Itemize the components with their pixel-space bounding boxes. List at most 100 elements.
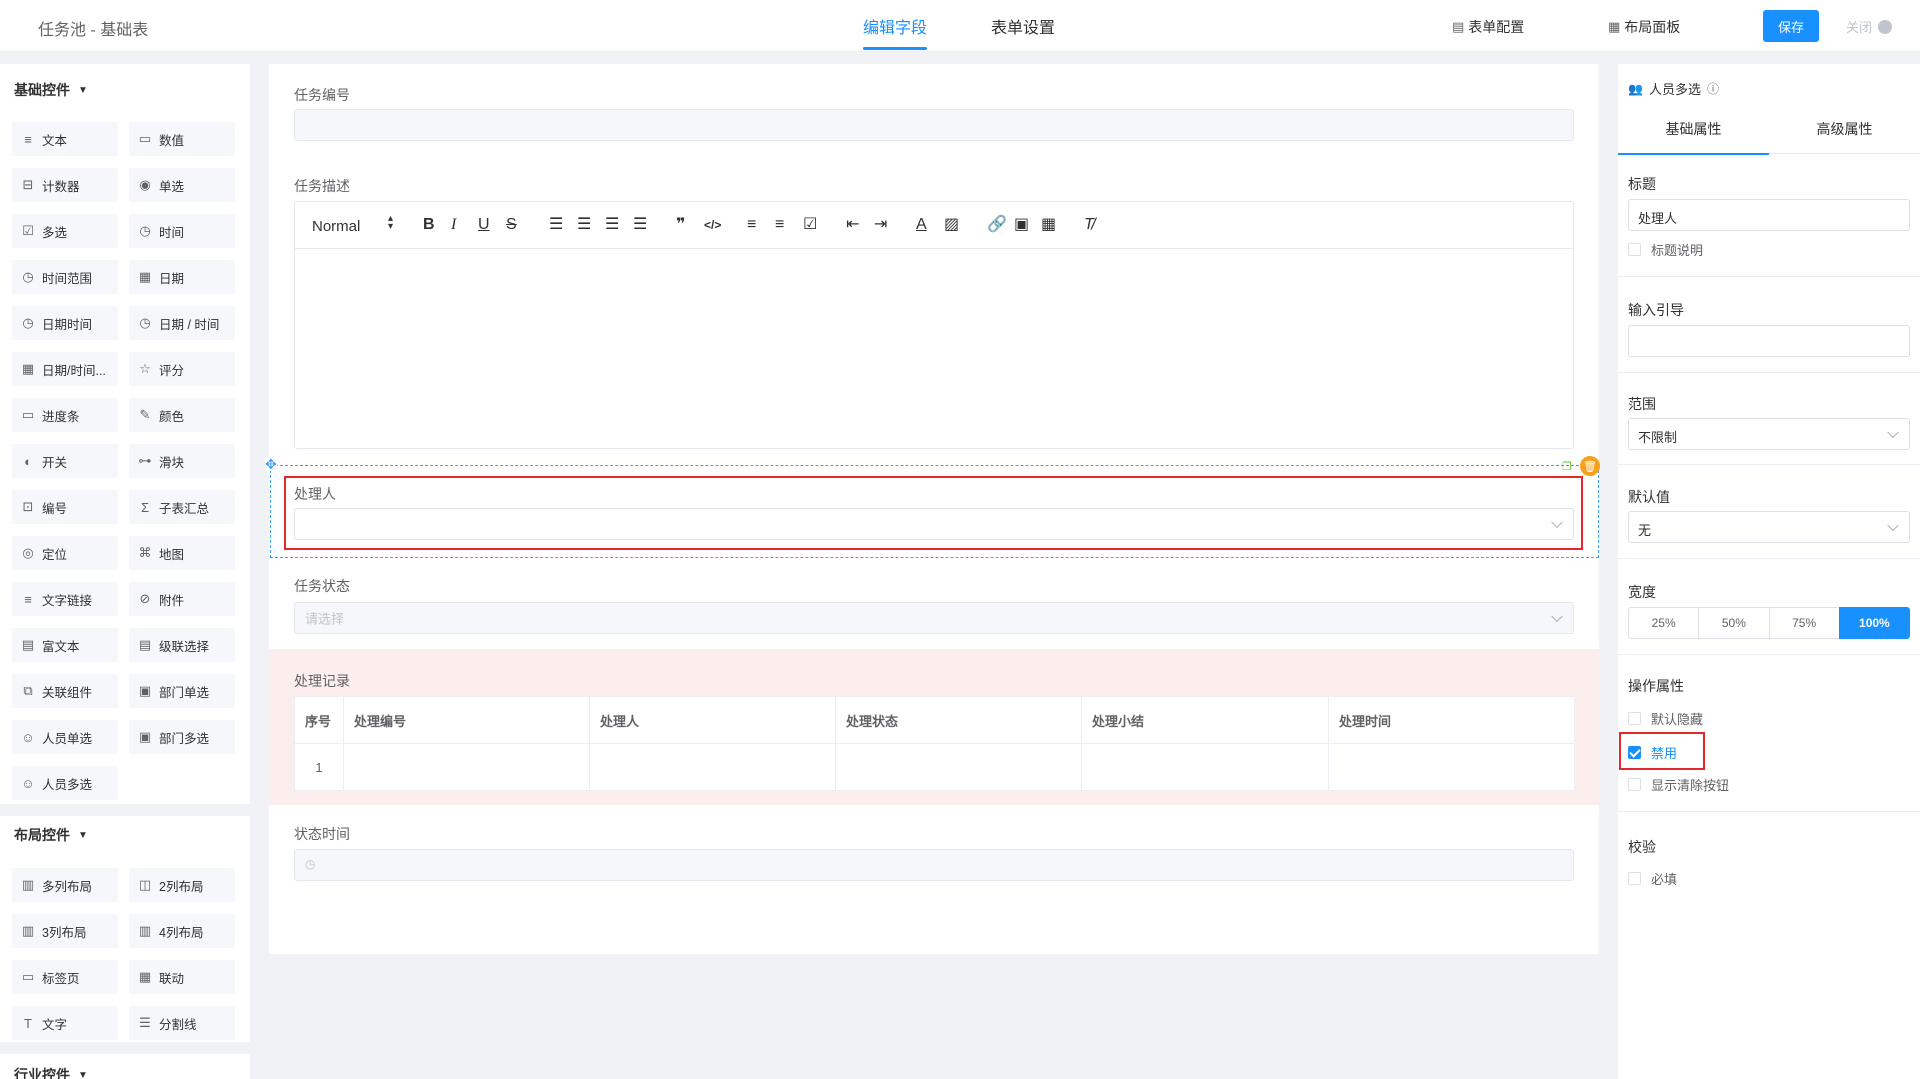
component-item[interactable]: ▭ 数值 xyxy=(129,122,235,156)
table-cell[interactable] xyxy=(343,743,590,791)
component-item[interactable]: ▥ 4列布局 xyxy=(129,914,235,948)
code-icon[interactable]: </> xyxy=(704,214,721,236)
component-item[interactable]: ▤ 富文本 xyxy=(12,628,118,662)
component-item[interactable]: T 文字 xyxy=(12,1006,118,1040)
industry-controls-header[interactable]: 行业控件 ▼ xyxy=(14,1065,88,1079)
component-item[interactable]: ◷ 时间范围 xyxy=(12,260,118,294)
info-icon[interactable]: ⓘ xyxy=(1707,80,1719,97)
task-status-select[interactable]: 请选择 xyxy=(294,602,1574,634)
copy-icon[interactable]: ❐ xyxy=(1562,460,1572,473)
component-item[interactable]: ▥ 多列布局 xyxy=(12,868,118,902)
width-50-button[interactable]: 50% xyxy=(1698,607,1770,639)
component-item[interactable]: ▣ 部门多选 xyxy=(129,720,235,754)
strikethrough-icon[interactable]: S xyxy=(506,214,517,236)
move-icon[interactable]: ✥ xyxy=(265,457,277,471)
component-item[interactable]: ▦ 日期/时间... xyxy=(12,352,118,386)
records-subtable: 处理记录 序号 处理编号 处理人 处理状态 处理小结 处理时间 1 xyxy=(269,649,1599,805)
indent-icon[interactable]: ⇥ xyxy=(874,214,887,236)
component-item[interactable]: ▭ 进度条 xyxy=(12,398,118,432)
component-item[interactable]: ≡ 文字链接 xyxy=(12,582,118,616)
component-item[interactable]: ▣ 部门单选 xyxy=(129,674,235,708)
component-item[interactable]: ☺ 人员多选 xyxy=(12,766,118,800)
width-25-button[interactable]: 25% xyxy=(1628,607,1700,639)
align-right-icon[interactable]: ☰ xyxy=(605,214,619,236)
title-desc-checkbox[interactable]: 标题说明 xyxy=(1628,240,1703,259)
component-item[interactable]: ▭ 标签页 xyxy=(12,960,118,994)
default-select[interactable]: 无 xyxy=(1628,511,1910,543)
show-clear-checkbox[interactable]: 显示清除按钮 xyxy=(1628,775,1729,794)
component-item[interactable]: ☆ 评分 xyxy=(129,352,235,386)
table-cell[interactable] xyxy=(589,743,836,791)
tab-basic-props[interactable]: 基础属性 xyxy=(1618,104,1769,155)
width-75-button[interactable]: 75% xyxy=(1768,607,1840,639)
save-button[interactable]: 保存 xyxy=(1763,10,1819,42)
image-icon[interactable]: ▣ xyxy=(1014,214,1029,236)
required-checkbox[interactable]: 必填 xyxy=(1628,869,1677,888)
align-justify-icon[interactable]: ☰ xyxy=(633,214,647,236)
component-item[interactable]: ⌘ 地图 xyxy=(129,536,235,570)
component-item[interactable]: ⊶ 滑块 xyxy=(129,444,235,478)
component-palette: 基础控件 ▼ ≡ 文本 ▭ 数值 ⊟ 计数器 ◉ 单选 ☑ 多选 ◷ 时间 ◷ 时间范围 ▦ 日期 ◷ 日期时间 ◷… xyxy=(0,64,250,1079)
outdent-icon[interactable]: ⇤ xyxy=(846,214,859,236)
component-item[interactable]: ✎ 颜色 xyxy=(129,398,235,432)
tab-edit-fields[interactable]: 编辑字段 xyxy=(863,14,928,52)
records-column-header: 处理时间 xyxy=(1328,696,1575,744)
component-item[interactable]: ▦ 联动 xyxy=(129,960,235,994)
component-item[interactable]: ◫ 2列布局 xyxy=(129,868,235,902)
default-hidden-label: 默认隐藏 xyxy=(1651,712,1704,727)
underline-icon[interactable]: U xyxy=(478,214,490,236)
align-center-icon[interactable]: ☰ xyxy=(577,214,591,236)
italic-icon[interactable]: I xyxy=(451,214,456,236)
bold-icon[interactable]: B xyxy=(423,214,435,236)
title-input[interactable]: 处理人 xyxy=(1628,199,1910,231)
ordered-list-icon[interactable]: ≡ xyxy=(747,214,756,236)
component-item[interactable]: ◷ 日期时间 xyxy=(12,306,118,340)
clock-icon: ◷ xyxy=(22,315,34,330)
layout-controls-header[interactable]: 布局控件 ▼ xyxy=(14,825,88,845)
component-item[interactable]: ▦ 日期 xyxy=(129,260,235,294)
form-config-button[interactable]: ▤ 表单配置 xyxy=(1452,17,1524,37)
align-left-icon[interactable]: ☰ xyxy=(549,214,563,236)
table-cell[interactable] xyxy=(1328,743,1575,791)
grid-icon: ▦ xyxy=(1608,19,1621,34)
component-item[interactable]: ⧉ 关联组件 xyxy=(12,674,118,708)
component-item[interactable]: Σ 子表汇总 xyxy=(129,490,235,524)
component-item[interactable]: ☰ 分割线 xyxy=(129,1006,235,1040)
component-item[interactable]: ◎ 定位 xyxy=(12,536,118,570)
font-style-select[interactable]: Normal xyxy=(312,218,360,235)
bullet-list-icon[interactable]: ≡ xyxy=(775,214,784,236)
width-100-button[interactable]: 100% xyxy=(1838,607,1910,639)
link-icon[interactable]: 🔗 xyxy=(987,214,1007,236)
component-item[interactable]: ▥ 3列布局 xyxy=(12,914,118,948)
status-time-input[interactable]: ◷ xyxy=(294,849,1574,881)
component-item[interactable]: ▤ 级联选择 xyxy=(129,628,235,662)
close-button[interactable]: 关闭 xyxy=(1846,17,1893,36)
component-item[interactable]: ⊡ 编号 xyxy=(12,490,118,524)
video-icon[interactable]: ▦ xyxy=(1041,214,1056,236)
table-cell[interactable] xyxy=(1081,743,1329,791)
table-cell[interactable] xyxy=(835,743,1082,791)
component-item[interactable]: ≡ 文本 xyxy=(12,122,118,156)
guide-input[interactable] xyxy=(1628,325,1910,357)
basic-controls-header[interactable]: 基础控件 ▼ xyxy=(14,80,88,100)
delete-icon[interactable]: 🗑 xyxy=(1580,456,1600,476)
quote-icon[interactable]: ❞ xyxy=(676,214,685,236)
tab-advanced-props[interactable]: 高级属性 xyxy=(1769,104,1920,154)
clear-format-icon[interactable]: T̸ xyxy=(1084,214,1094,236)
component-item[interactable]: ◉ 单选 xyxy=(129,168,235,202)
component-item[interactable]: ⊘ 附件 xyxy=(129,582,235,616)
component-item[interactable]: ◐ 开关 xyxy=(12,444,118,478)
tab-form-settings[interactable]: 表单设置 xyxy=(991,14,1055,52)
range-select[interactable]: 不限制 xyxy=(1628,418,1910,450)
component-item[interactable]: ⊟ 计数器 xyxy=(12,168,118,202)
component-item[interactable]: ◷ 日期 / 时间 xyxy=(129,306,235,340)
task-no-input[interactable] xyxy=(294,109,1574,141)
check-list-icon[interactable]: ☑ xyxy=(803,214,817,236)
font-color-icon[interactable]: A xyxy=(916,214,927,236)
component-item[interactable]: ☑ 多选 xyxy=(12,214,118,248)
layout-panel-button[interactable]: ▦ 布局面板 xyxy=(1608,17,1680,37)
component-item[interactable]: ◷ 时间 xyxy=(129,214,235,248)
default-hidden-checkbox[interactable]: 默认隐藏 xyxy=(1628,709,1703,728)
background-color-icon[interactable]: ▨ xyxy=(944,214,959,236)
component-item[interactable]: ☺ 人员单选 xyxy=(12,720,118,754)
